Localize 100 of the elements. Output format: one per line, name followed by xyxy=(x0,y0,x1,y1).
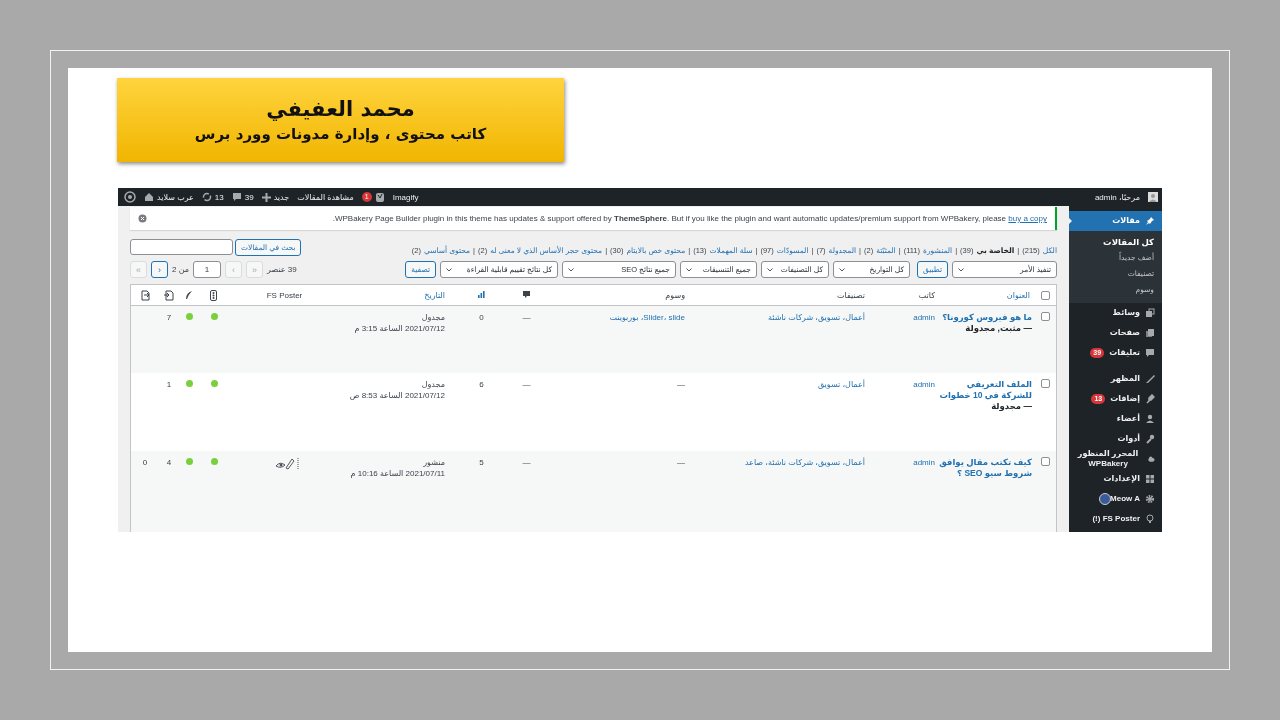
table-cell: 7 xyxy=(166,313,172,322)
sidebar-item[interactable]: أعضاء xyxy=(1069,409,1162,429)
plugin-logo-icon xyxy=(374,191,385,203)
comment-icon xyxy=(521,289,532,301)
menu-label: المظهر xyxy=(1110,374,1140,384)
table-cell: — xyxy=(677,380,685,389)
tag-links[interactable]: Slider، slide، بوربوينت xyxy=(609,313,685,322)
grid-icon xyxy=(1145,474,1155,484)
column-header: وسوم xyxy=(665,290,685,300)
feather-icon xyxy=(184,289,194,301)
author-link[interactable]: admin xyxy=(913,380,935,389)
close-icon[interactable] xyxy=(138,214,147,223)
greeting[interactable]: مرحبًا، admin xyxy=(1094,192,1140,202)
column-header: كاتب xyxy=(918,290,935,300)
comments-count[interactable]: 39 xyxy=(244,192,254,202)
sidebar-item[interactable]: FS Poster (!) xyxy=(1069,509,1162,529)
new-link[interactable]: جديد xyxy=(273,192,290,202)
comment-icon xyxy=(1145,348,1155,358)
table-cell: — xyxy=(522,458,531,467)
submenu-item[interactable]: كل المقالات xyxy=(1069,234,1162,250)
media-icon xyxy=(1145,308,1155,318)
checkbox[interactable] xyxy=(1040,457,1050,466)
table-cell: 0 xyxy=(479,313,484,322)
table-cell: 1 xyxy=(166,380,172,389)
chevron-down-icon xyxy=(766,267,773,272)
author-name: محمد العفيفي xyxy=(266,97,415,121)
post-date: 2021/07/11 الساعة 10:16 م xyxy=(349,468,445,479)
home-icon xyxy=(144,192,154,202)
chevron-down-icon xyxy=(958,267,964,272)
menu-label: وسائط xyxy=(1112,308,1140,318)
post-title-link[interactable]: الملف التعريفي للشركة في 10 خطوات xyxy=(939,379,1032,401)
sidebar-item[interactable]: وسائط xyxy=(1069,303,1162,323)
refresh-icon xyxy=(201,192,212,202)
menu-label: مقالات xyxy=(1112,216,1140,226)
menu-label: المحرر المنظور WPBakery xyxy=(1076,449,1140,469)
post-date: 2021/07/12 الساعة 8:53 ص xyxy=(348,390,445,401)
traffic-light-icon xyxy=(209,289,219,301)
column-header[interactable]: التاريخ xyxy=(424,290,445,300)
table-cell: 0 xyxy=(142,458,148,467)
sidebar-item[interactable]: المحرر المنظور WPBakery xyxy=(1069,449,1162,469)
category-links[interactable]: أعمال، تسويق، شركات ناشئة، صاعد xyxy=(744,458,865,467)
sidebar-item[interactable]: صفحات xyxy=(1069,323,1162,343)
view-posts-link[interactable]: مشاهدة المقالات xyxy=(297,192,354,202)
tagline: كاتب محتوى ، وإدارة مدونات وورد برس xyxy=(194,125,487,143)
checkbox[interactable] xyxy=(1040,290,1050,300)
menu-label: أدوات xyxy=(1117,434,1140,444)
plug-icon xyxy=(1145,394,1155,404)
page-field[interactable]: 1 xyxy=(193,261,222,278)
site-link[interactable]: عرب سلايد xyxy=(144,192,194,202)
author-link[interactable]: admin xyxy=(913,313,935,322)
category-links[interactable]: أعمال، تسويق xyxy=(817,380,865,389)
avatar-icon xyxy=(1099,493,1112,505)
table-cell: 4 xyxy=(166,458,172,467)
menu-label: صفحات xyxy=(1109,328,1140,338)
updates-count[interactable]: 13 xyxy=(214,192,224,202)
menu-label: FS Poster (!) xyxy=(1092,514,1140,524)
cloud-icon xyxy=(1148,454,1155,464)
buy-link[interactable]: buy a copy xyxy=(1008,214,1047,223)
item-count: 39 عنصر xyxy=(267,265,297,274)
menu-label: Meow A xyxy=(1110,494,1140,504)
sidebar-item[interactable]: أدوات xyxy=(1069,429,1162,449)
chevron-down-icon xyxy=(567,267,574,272)
post-status: منشور xyxy=(422,457,445,468)
sidebar-item[interactable]: الإعدادات xyxy=(1069,469,1162,489)
wrench-icon xyxy=(1145,434,1155,444)
column-header[interactable]: العنوان xyxy=(1006,290,1030,300)
post-state: — مجدولة xyxy=(990,401,1032,412)
chevron-down-icon xyxy=(838,267,845,272)
category-links[interactable]: أعمال، تسويق، شركات ناشئة xyxy=(767,313,865,322)
sidebar-item[interactable]: المظهر xyxy=(1069,369,1162,389)
search-field[interactable] xyxy=(130,239,233,255)
sidebar-item[interactable]: Meow A xyxy=(1069,489,1162,509)
imagify-link[interactable]: Imagify xyxy=(392,192,419,202)
user-icon xyxy=(1145,414,1155,424)
post-status: مجدول xyxy=(420,379,445,390)
page-arrow-icon xyxy=(140,289,150,301)
page-button[interactable]: › xyxy=(151,261,168,278)
avatar-icon xyxy=(1148,192,1158,202)
plus-icon xyxy=(261,192,271,202)
menu-label: الإعدادات xyxy=(1103,474,1140,484)
bar-chart-icon xyxy=(476,289,487,301)
table-cell: — xyxy=(522,313,531,322)
author-link[interactable]: admin xyxy=(913,458,935,467)
chevron-down-icon xyxy=(685,267,692,272)
table-cell: 6 xyxy=(479,380,484,389)
bulb-icon xyxy=(1145,514,1155,524)
logo-icon xyxy=(124,191,136,203)
post-title-link[interactable]: ما هو فيروس كورونا؟ xyxy=(939,312,1032,323)
page-arrow-icon xyxy=(164,289,174,301)
notice-text: WPBakery Page Builder plugin in this theme has updates & support offered by ThemeSphere. But if you like the plugin and want automatic updates/premium support from WPBakery, please buy a copy . xyxy=(332,214,1047,223)
menu-label: أعضاء xyxy=(1116,414,1140,424)
post-date: 2021/07/12 الساعة 3:15 م xyxy=(353,323,445,334)
pushpin-icon xyxy=(1145,216,1155,226)
post-title-link[interactable]: كيف تكتب مقال يوافق شروط سيو SEO ؟ xyxy=(939,457,1032,479)
sidebar-item[interactable]: مقالات xyxy=(1069,211,1162,231)
checkbox[interactable] xyxy=(1040,312,1050,321)
column-header: تصنيفات xyxy=(837,290,865,300)
table-cell: 5 xyxy=(479,458,484,467)
checkbox[interactable] xyxy=(1040,379,1050,388)
post-state: — مثبت, مجدولة xyxy=(964,323,1032,334)
